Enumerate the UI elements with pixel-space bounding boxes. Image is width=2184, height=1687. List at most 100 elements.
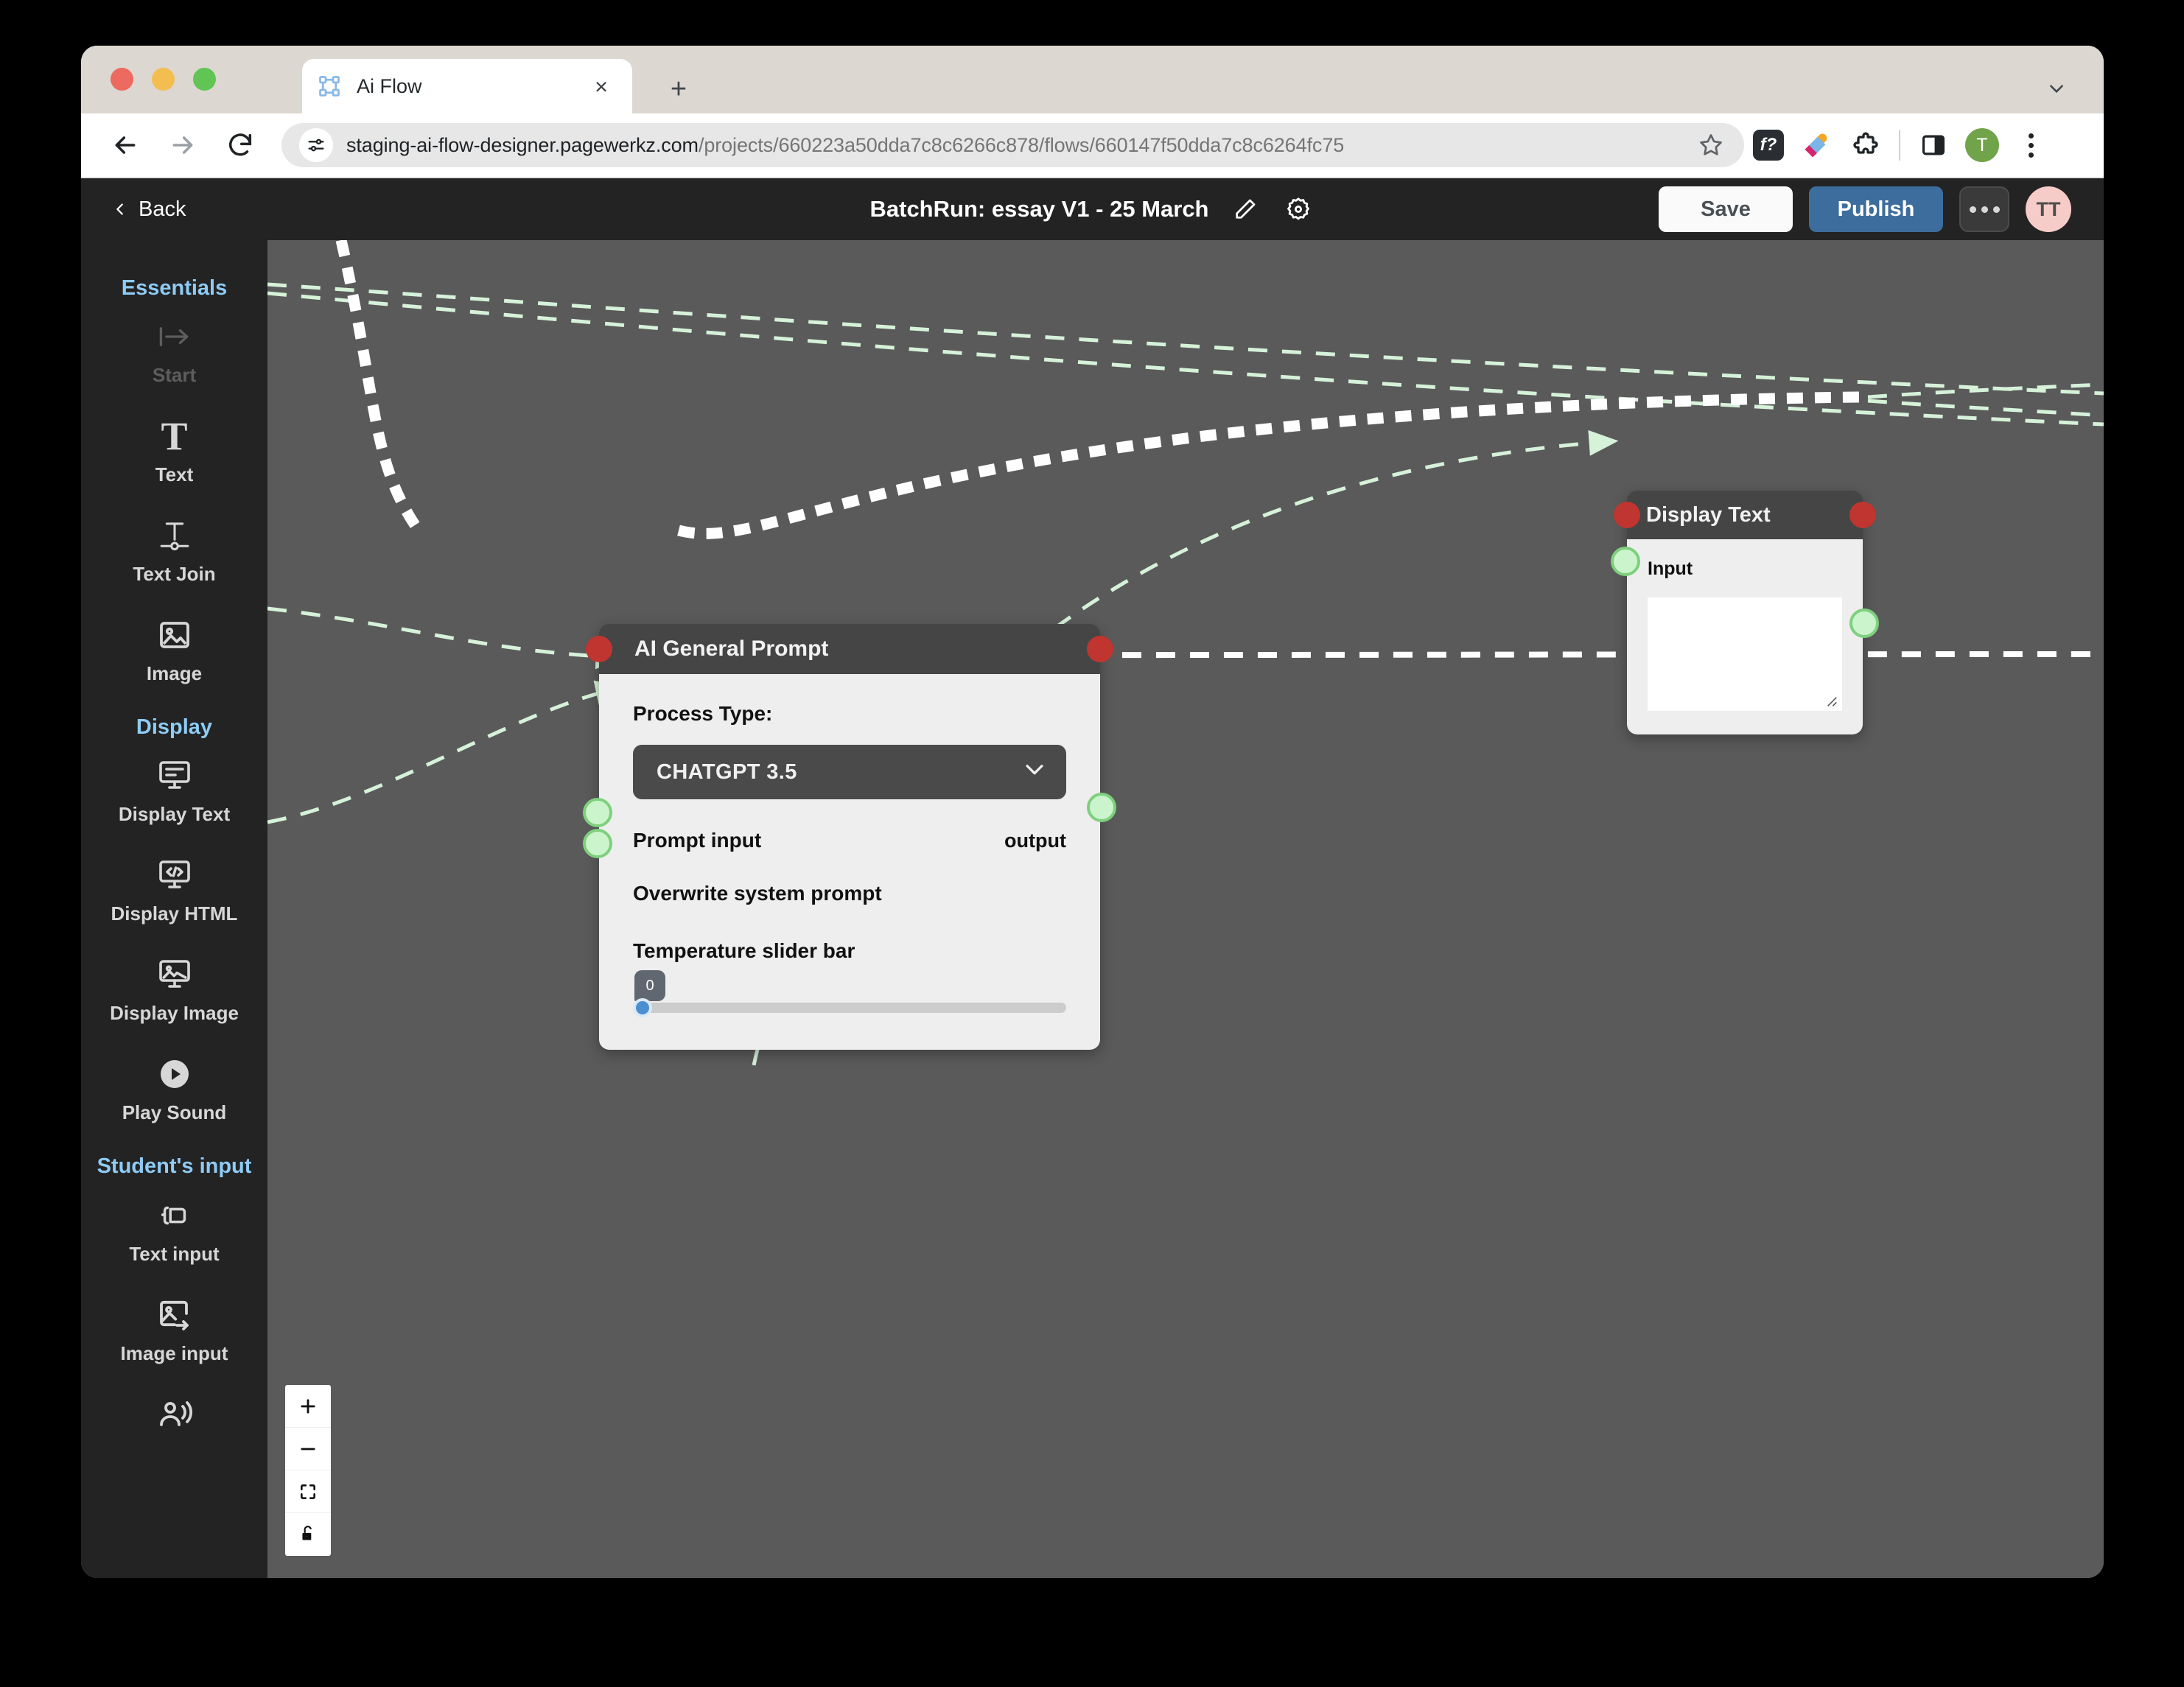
browser-menu-icon[interactable]	[2006, 122, 2055, 168]
palette-item-image[interactable]: Image	[81, 615, 267, 685]
process-type-value: CHATGPT 3.5	[657, 760, 797, 784]
lock-toggle-button[interactable]	[285, 1513, 331, 1556]
publish-button[interactable]: Publish	[1809, 186, 1943, 232]
url-path: /projects/660223a50dda7c8c6266c878/flows…	[698, 133, 1345, 156]
save-button[interactable]: Save	[1659, 186, 1793, 232]
node-body: Input	[1611, 539, 1879, 734]
chevron-down-icon[interactable]	[2040, 72, 2073, 105]
window-minimize-button[interactable]	[152, 68, 175, 91]
edge-green-top-1	[267, 282, 2104, 396]
palette-item-label: Image	[146, 662, 203, 685]
reload-icon[interactable]	[218, 123, 262, 167]
overwrite-system-prompt-row: Overwrite system prompt	[633, 882, 1066, 905]
palette-item-label: Play Sound	[122, 1101, 227, 1124]
browser-toolbar-icons: f? T	[1744, 122, 2074, 168]
palette-item-label: Text Join	[133, 563, 216, 586]
palette-item-display-image[interactable]: Display Image	[81, 955, 267, 1025]
edge-green-to-prompt-input	[267, 606, 626, 670]
edge-green-top-2	[267, 291, 2104, 427]
handle-prompt-input[interactable]	[583, 798, 612, 827]
close-icon[interactable]: ×	[587, 71, 616, 101]
handle-display-output[interactable]	[1849, 608, 1879, 638]
bookmark-star-icon[interactable]	[1693, 127, 1729, 164]
display-text-textarea[interactable]	[1648, 597, 1842, 711]
palette-group-title-display: Display	[136, 715, 213, 740]
back-button[interactable]: Back	[112, 197, 186, 222]
back-arrow-icon[interactable]	[103, 123, 147, 167]
window-close-button[interactable]	[111, 68, 133, 91]
temperature-block: Temperature slider bar 0	[633, 939, 1066, 1017]
pencil-icon[interactable]	[1228, 192, 1262, 226]
palette-item-display-html[interactable]: Display HTML	[81, 855, 267, 925]
temperature-thumb[interactable]	[633, 998, 652, 1017]
palette-item-text-join[interactable]: Text Join	[81, 516, 267, 586]
palette-item-text[interactable]: T Text	[81, 416, 267, 486]
side-panel-icon[interactable]	[1909, 122, 1958, 168]
zoom-in-button[interactable]	[285, 1385, 331, 1428]
handle-overwrite-system-prompt[interactable]	[583, 829, 612, 858]
page-title: BatchRun: essay V1 - 25 March	[869, 196, 1209, 222]
text-join-icon	[155, 516, 194, 555]
browser-tab[interactable]: Ai Flow ×	[302, 59, 632, 113]
prompt-input-row: Prompt input output	[633, 829, 1066, 852]
palette-group-title-essentials: Essentials	[121, 276, 228, 300]
palette-item-start[interactable]: Start	[81, 317, 267, 387]
node-handle-target-left[interactable]	[1614, 502, 1640, 528]
app-title-group: BatchRun: essay V1 - 25 March	[869, 192, 1315, 226]
palette-item-display-text[interactable]: Display Text	[81, 756, 267, 826]
node-ai-general-prompt[interactable]: AI General Prompt Process Type: CHATGPT …	[583, 624, 1116, 1050]
palette-item-label: Image input	[120, 1341, 228, 1364]
avatar[interactable]: TT	[2026, 186, 2071, 232]
zoom-controls	[285, 1385, 331, 1556]
forward-arrow-icon[interactable]	[161, 123, 205, 167]
text-input-icon	[156, 1196, 193, 1235]
temperature-track[interactable]	[633, 1003, 1066, 1013]
palette-item-text-input[interactable]: Text input	[81, 1196, 267, 1266]
resize-grip-icon[interactable]	[1823, 692, 1838, 707]
site-settings-icon[interactable]	[299, 128, 333, 162]
toolbar-divider	[1899, 130, 1900, 161]
node-handle-target-right[interactable]	[1087, 636, 1113, 662]
palette-item-label: Display HTML	[111, 902, 238, 925]
text-t-icon: T	[161, 414, 188, 459]
play-sound-icon	[157, 1054, 192, 1094]
new-tab-button[interactable]: +	[663, 74, 694, 105]
monitor-code-icon	[157, 855, 192, 895]
flow-canvas[interactable]: AI General Prompt Process Type: CHATGPT …	[267, 240, 2104, 1578]
handle-output[interactable]	[1087, 793, 1116, 822]
gear-icon[interactable]	[1281, 192, 1315, 226]
puzzle-extension-icon[interactable]	[1841, 122, 1890, 168]
node-handle-target-left[interactable]	[586, 636, 612, 662]
url-text: staging-ai-flow-designer.pagewerkz.com/p…	[346, 134, 1693, 157]
process-type-select[interactable]: CHATGPT 3.5	[633, 745, 1066, 799]
address-bar[interactable]: staging-ai-flow-designer.pagewerkz.com/p…	[281, 123, 1744, 167]
palette-item-label: Text input	[129, 1242, 220, 1265]
flow-edges	[267, 240, 2104, 1066]
palette-item-image-input[interactable]: Image input	[81, 1295, 267, 1365]
profile-avatar[interactable]: T	[1958, 122, 2006, 168]
node-display-text[interactable]: Display Text Input	[1611, 491, 1879, 734]
handle-display-input[interactable]	[1611, 547, 1640, 576]
window-maximize-button[interactable]	[193, 68, 216, 91]
monitor-image-icon	[157, 955, 192, 995]
node-title: AI General Prompt	[599, 624, 1100, 674]
node-handle-target-right[interactable]	[1849, 502, 1876, 528]
zoom-out-button[interactable]	[285, 1428, 331, 1470]
fq-extension-icon[interactable]: f?	[1744, 122, 1793, 168]
app-body: Essentials Start T Text Text Join Image …	[81, 240, 2104, 1578]
temperature-slider[interactable]: 0	[633, 970, 1066, 1017]
url-host: staging-ai-flow-designer.pagewerkz.com	[346, 133, 699, 156]
overwrite-system-prompt-label: Overwrite system prompt	[633, 882, 882, 905]
palette-item-play-sound[interactable]: Play Sound	[81, 1054, 267, 1124]
back-button-label: Back	[139, 197, 186, 221]
palette-sidebar: Essentials Start T Text Text Join Image …	[81, 240, 267, 1578]
palette-item-voice-input[interactable]	[81, 1395, 267, 1442]
fit-view-button[interactable]	[285, 1470, 331, 1513]
monitor-text-icon	[157, 756, 192, 796]
eyedropper-icon[interactable]	[1793, 122, 1841, 168]
image-input-icon	[157, 1295, 192, 1335]
more-horizontal-icon[interactable]	[1959, 186, 2009, 232]
browser-tab-strip: Ai Flow × +	[81, 46, 2104, 113]
palette-item-label: Start	[152, 364, 197, 387]
edge-white-top-to-ai	[335, 240, 424, 534]
